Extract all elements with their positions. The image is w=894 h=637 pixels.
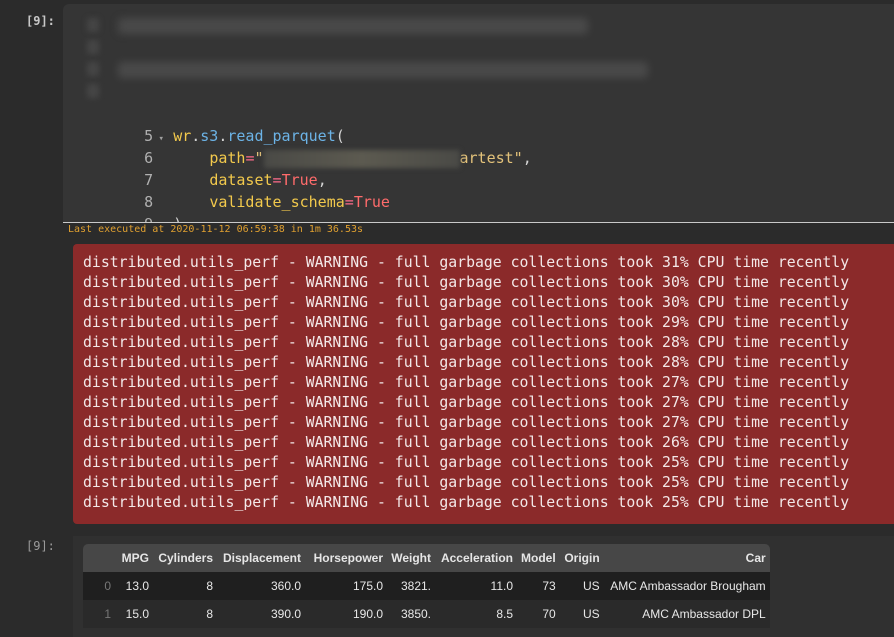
table-cell: 190.0 xyxy=(305,600,387,628)
line-number: 9 xyxy=(117,213,153,222)
table-row: 1 15.0 8 390.0 190.0 3850. 8.5 70 US AMC… xyxy=(83,600,770,628)
code-line-8: 8 validate_schema=True xyxy=(63,169,390,211)
stderr-line: distributed.utils_perf - WARNING - full … xyxy=(83,474,850,491)
table-cell: 70 xyxy=(517,600,560,628)
output-prompt: [9]: xyxy=(26,539,55,553)
code-line-9: 9) xyxy=(63,191,182,222)
column-header: Displacement xyxy=(217,544,305,572)
table-cell: 3850. xyxy=(387,600,435,628)
stderr-line: distributed.utils_perf - WARNING - full … xyxy=(83,274,850,291)
stderr-line: distributed.utils_perf - WARNING - full … xyxy=(83,334,850,351)
redacted-line-number xyxy=(87,62,99,76)
table-cell: US xyxy=(559,572,604,600)
code-line-5: 5 ▾ wr.s3.read_parquet( xyxy=(63,103,345,145)
table-cell: AMC Ambassador Brougham xyxy=(603,572,770,600)
table-cell: 175.0 xyxy=(305,572,387,600)
redacted-line-number xyxy=(87,84,99,98)
dataframe-table: MPG Cylinders Displacement Horsepower We… xyxy=(83,544,770,628)
code-token-string-tail: artest" xyxy=(459,149,523,167)
column-header: MPG xyxy=(115,544,153,572)
stderr-line: distributed.utils_perf - WARNING - full … xyxy=(83,314,850,331)
column-header: Cylinders xyxy=(153,544,217,572)
table-cell: 73 xyxy=(517,572,560,600)
table-cell: 15.0 xyxy=(115,600,153,628)
redacted-line-number xyxy=(87,18,99,32)
table-cell: 390.0 xyxy=(217,600,305,628)
table-cell: 360.0 xyxy=(217,572,305,600)
column-header: Weight xyxy=(387,544,435,572)
redacted-code-line xyxy=(118,62,648,78)
code-token-comma: , xyxy=(522,149,532,167)
column-header: Origin xyxy=(559,544,604,572)
column-header: Model xyxy=(517,544,560,572)
table-cell: AMC Ambassador DPL xyxy=(603,600,770,628)
column-header-index xyxy=(83,544,115,572)
stderr-line: distributed.utils_perf - WARNING - full … xyxy=(83,354,850,371)
code-token-param: validate_schema xyxy=(209,193,345,211)
stderr-line: distributed.utils_perf - WARNING - full … xyxy=(83,254,850,271)
row-index: 0 xyxy=(83,572,115,600)
dataframe-output: MPG Cylinders Displacement Horsepower We… xyxy=(73,536,894,637)
code-line-6: 6 path=" artest", xyxy=(63,125,532,168)
stderr-line: distributed.utils_perf - WARNING - full … xyxy=(83,434,850,451)
redacted-line-number xyxy=(87,40,99,54)
stderr-line: distributed.utils_perf - WARNING - full … xyxy=(83,494,850,511)
table-cell: 8 xyxy=(153,572,217,600)
column-header: Acceleration xyxy=(435,544,517,572)
column-header: Car xyxy=(603,544,770,572)
table-header-row: MPG Cylinders Displacement Horsepower We… xyxy=(83,544,770,572)
table-cell: 13.0 xyxy=(115,572,153,600)
code-cell-editor[interactable]: 5 ▾ wr.s3.read_parquet( 6 path=" artest", 7… xyxy=(63,4,894,223)
code-token-eq: = xyxy=(344,193,354,211)
redacted-code-line xyxy=(118,18,588,34)
stderr-line: distributed.utils_perf - WARNING - full … xyxy=(83,294,850,311)
column-header: Horsepower xyxy=(305,544,387,572)
stderr-line: distributed.utils_perf - WARNING - full … xyxy=(83,454,850,471)
execution-status: Last executed at 2020-11-12 06:59:38 in … xyxy=(68,224,364,235)
table-cell: 8.5 xyxy=(435,600,517,628)
notebook-page: [9]: 5 ▾ wr.s3.read_parquet( 6 path=" artes… xyxy=(0,0,894,637)
table-cell: 8 xyxy=(153,600,217,628)
table-cell: US xyxy=(559,600,604,628)
code-line-7: 7 dataset=True, xyxy=(63,147,327,189)
table-cell: 11.0 xyxy=(435,572,517,600)
table-row: 0 13.0 8 360.0 175.0 3821. 11.0 73 US AM… xyxy=(83,572,770,600)
stderr-output: distributed.utils_perf - WARNING - full … xyxy=(73,244,894,524)
table-cell: 3821. xyxy=(387,572,435,600)
stderr-line: distributed.utils_perf - WARNING - full … xyxy=(83,394,850,411)
code-token-bool: True xyxy=(353,193,390,211)
code-token-paren: ) xyxy=(173,215,182,222)
input-prompt: [9]: xyxy=(26,14,55,28)
row-index: 1 xyxy=(83,600,115,628)
stderr-line: distributed.utils_perf - WARNING - full … xyxy=(83,374,850,391)
stderr-line: distributed.utils_perf - WARNING - full … xyxy=(83,414,850,431)
